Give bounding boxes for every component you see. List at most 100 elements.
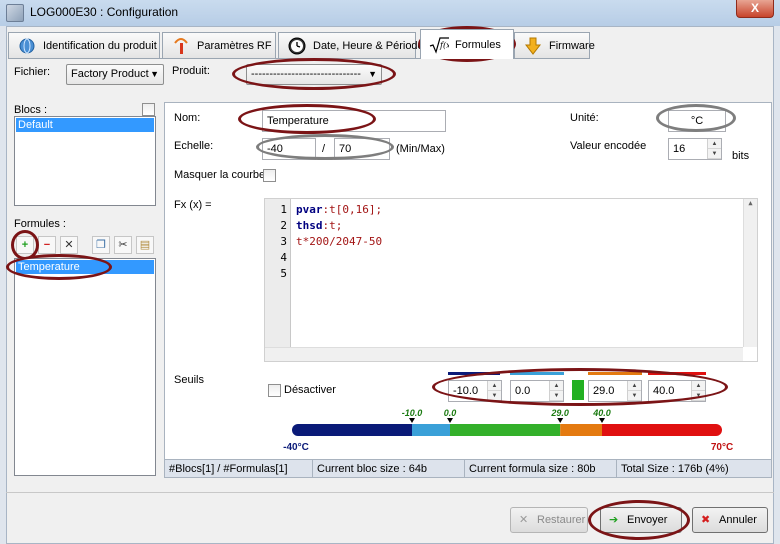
spin-down-icon[interactable]: ▼ xyxy=(708,149,721,159)
tab-label: Formules xyxy=(455,39,501,51)
vertical-scrollbar[interactable]: ▲ xyxy=(743,199,757,347)
blocs-label: Blocs : xyxy=(14,104,48,116)
annotation-circle-unite xyxy=(656,104,736,132)
close-icon: ✕ xyxy=(519,514,529,526)
scale-marker-label: 29.0 xyxy=(550,408,569,418)
scale-marker-label: 0.0 xyxy=(444,408,457,418)
annotation-circle-seuils xyxy=(432,368,728,406)
annotation-circle-echelle xyxy=(256,134,394,160)
annuler-button[interactable]: ✖ Annuler xyxy=(692,507,768,533)
list-item[interactable]: Default xyxy=(16,118,154,132)
tab-label: Firmware xyxy=(549,40,595,52)
antenna-icon xyxy=(174,38,188,54)
masquer-label: Masquer la courbe xyxy=(174,169,266,181)
tab-identification[interactable]: Identification du produit xyxy=(8,32,160,58)
copy-button[interactable]: ❐ xyxy=(92,236,110,254)
line-number: 5 xyxy=(280,267,287,280)
tab-date-heure[interactable]: Date, Heure & Périodes xyxy=(278,32,429,58)
unite-label: Unité: xyxy=(570,112,599,124)
fichier-select[interactable]: Factory Product ▼ xyxy=(66,64,164,85)
code-text: t*200/2047-50 xyxy=(296,235,383,248)
download-arrow-icon xyxy=(524,37,542,55)
chevron-down-icon: ▼ xyxy=(150,69,159,79)
annotation-circle-envoyer xyxy=(588,500,690,540)
valeur-encodee-stepper[interactable]: 16 ▲ ▼ xyxy=(668,138,722,160)
restaurer-button[interactable]: ✕ Restaurer xyxy=(510,507,588,533)
line-number: 3 xyxy=(280,235,287,248)
valeur-encodee-value: 16 xyxy=(673,143,686,155)
line-number: 2 xyxy=(280,219,287,232)
status-bloc-size: Current bloc size : 64b xyxy=(313,460,465,478)
horizontal-scrollbar[interactable] xyxy=(265,347,743,361)
cut-button[interactable]: ✂ xyxy=(114,236,132,254)
window-title: LOG000E30 : Configuration xyxy=(30,5,179,19)
delete-formula-button[interactable]: ✕ xyxy=(60,236,78,254)
tab-firmware[interactable]: Firmware xyxy=(514,32,595,58)
scale-segment xyxy=(412,424,450,436)
spin-up-icon[interactable]: ▲ xyxy=(708,139,721,149)
formula-code-editor[interactable]: 1 pvar:t[0,16]; 2 thsd:t; 3 t*200/2047-50 4 5 ▲ xyxy=(264,198,758,362)
scale-marker[interactable] xyxy=(599,418,605,423)
scale-segment xyxy=(602,424,716,436)
tab-label: Paramètres RF xyxy=(197,40,272,52)
scale-max-label: 70°C xyxy=(711,442,733,453)
nom-label: Nom: xyxy=(174,112,201,124)
status-total-size: Total Size : 176b (4%) xyxy=(621,463,729,475)
code-line: pvar:t[0,16]; xyxy=(296,203,382,216)
remove-formula-button[interactable]: − xyxy=(38,236,56,254)
tab-formules[interactable]: f(x) Formules xyxy=(420,29,514,59)
desactiver-label: Désactiver xyxy=(284,384,336,396)
code-keyword: pvar xyxy=(296,203,323,216)
copy-icon: ❐ xyxy=(96,239,106,251)
code-text: :t; xyxy=(322,219,343,232)
svg-text:f(x): f(x) xyxy=(439,41,449,50)
blocs-list[interactable]: Default xyxy=(14,116,156,206)
line-number: 1 xyxy=(280,203,287,216)
scale-marker[interactable] xyxy=(447,418,453,423)
fichier-value: Factory Product xyxy=(71,68,149,80)
status-formula-size: Current formula size : 80b xyxy=(465,460,617,478)
threshold-scale-bar: -10.0 0.0 29.0 40.0 -40°C 70°C xyxy=(283,408,733,453)
restaurer-label: Restaurer xyxy=(537,514,586,526)
seuils-label: Seuils xyxy=(174,374,204,386)
status-bar: #Blocs[1] / #Formulas[1] Current bloc si… xyxy=(165,459,771,478)
annotation-circle-nom xyxy=(238,104,376,134)
scale-marker[interactable] xyxy=(409,418,415,423)
clipboard-icon: ▤ xyxy=(139,239,151,251)
scale-end-cap xyxy=(292,424,304,436)
scale-end-cap xyxy=(710,424,722,436)
globe-icon xyxy=(19,38,35,54)
code-line: thsd:t; xyxy=(296,219,342,232)
desactiver-checkbox[interactable] xyxy=(268,384,281,397)
app-icon xyxy=(6,4,24,22)
separator xyxy=(6,492,774,493)
scale-segment xyxy=(560,424,602,436)
formules-label: Formules : xyxy=(14,218,66,230)
scale-marker-label: -10.0 xyxy=(402,408,423,418)
close-icon: ✖ xyxy=(701,514,711,526)
scale-marker[interactable] xyxy=(557,418,564,423)
echelle-label: Echelle: xyxy=(174,140,214,152)
tab-label: Date, Heure & Périodes xyxy=(313,40,430,52)
sqrt-fx-icon: f(x) xyxy=(429,37,449,54)
paste-button[interactable]: ▤ xyxy=(136,236,154,254)
echelle-suffix: (Min/Max) xyxy=(396,143,445,155)
tab-parametres-rf[interactable]: Paramètres RF xyxy=(162,32,276,58)
scale-segment xyxy=(450,424,561,436)
valeur-encodee-label: Valeur encodée xyxy=(570,140,647,152)
scale-segment xyxy=(298,424,412,436)
code-keyword: thsd xyxy=(296,219,323,232)
bits-label: bits xyxy=(732,150,750,162)
scale-min-label: -40°C xyxy=(283,442,309,453)
fichier-label: Fichier: xyxy=(14,66,51,78)
close-button[interactable]: X xyxy=(736,0,774,18)
scissors-icon: ✂ xyxy=(118,239,128,251)
line-number: 4 xyxy=(280,251,287,264)
annotation-circle-formula-item xyxy=(6,254,112,280)
formules-list[interactable]: Temperature xyxy=(14,258,156,476)
masquer-checkbox[interactable] xyxy=(263,169,276,182)
close-icon: ✕ xyxy=(64,239,74,251)
blocs-checkbox[interactable] xyxy=(142,103,155,116)
scroll-up-icon[interactable]: ▲ xyxy=(744,199,757,207)
minus-icon: − xyxy=(43,239,51,251)
